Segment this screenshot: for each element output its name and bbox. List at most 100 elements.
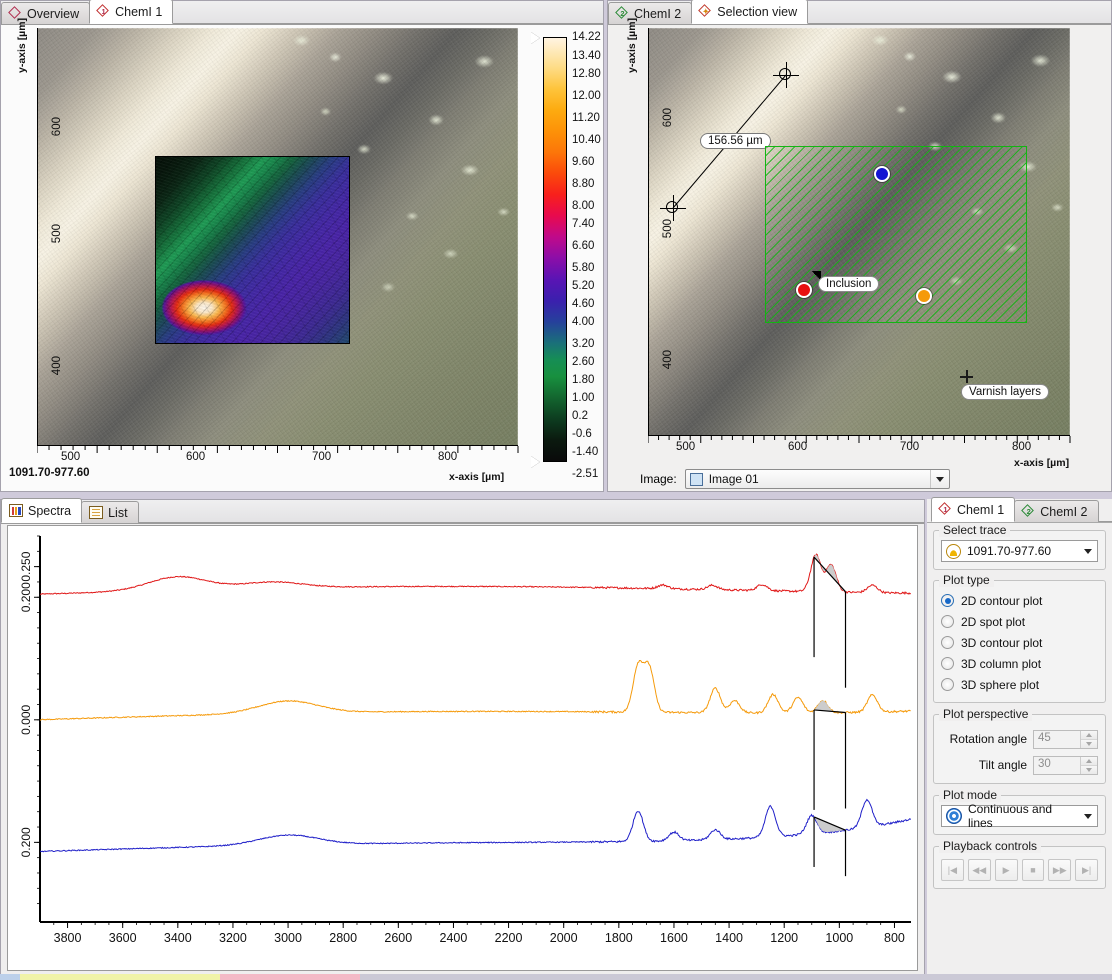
measurement-endpoint-top[interactable] — [773, 62, 799, 88]
stepper-down-icon[interactable] — [1081, 740, 1097, 748]
play-button[interactable]: ▶ — [995, 859, 1018, 881]
colorbar-tick-5: 10.40 — [572, 134, 601, 146]
image-selector-label: Image: — [640, 472, 677, 486]
image-selector-dropdown[interactable]: Image 01 — [685, 469, 950, 489]
sidebar-tab-chemi1[interactable]: 1 ChemI 1 — [931, 497, 1015, 522]
radio-2d-contour-plot[interactable]: 2D contour plot — [941, 590, 1098, 611]
sidebar-tabbar: 1 ChemI 1 2 ChemI 2 — [927, 499, 1112, 523]
tab-chemi2[interactable]: 2 ChemI 2 — [608, 2, 692, 24]
radio-3d-sphere-plot-label: 3D sphere plot — [961, 678, 1039, 692]
stepper-up-icon[interactable] — [1081, 757, 1097, 766]
sidebar-tab-chemi2[interactable]: 2 ChemI 2 — [1014, 500, 1098, 522]
tab-selection-view[interactable]: ✦ Selection view — [691, 0, 808, 24]
spectra-plot[interactable]: 3800360034003200300028002600240022002000… — [7, 525, 918, 971]
colorbar-tick-3: 12.00 — [572, 90, 601, 102]
chevron-down-icon[interactable] — [1079, 814, 1097, 819]
colorbar-tick-15: 3.20 — [572, 338, 594, 350]
radio-2d-spot-plot[interactable]: 2D spot plot — [941, 611, 1098, 632]
tab-overview[interactable]: Overview — [1, 2, 90, 24]
stepper-down-icon[interactable] — [1081, 766, 1097, 774]
chemi1-plot-canvas[interactable] — [37, 28, 518, 446]
selection-xtick-3: 800 — [1012, 441, 1031, 453]
right-tabbar-filler — [807, 2, 1111, 24]
plot-type-legend: Plot type — [939, 573, 994, 587]
stepper-up-icon[interactable] — [1081, 731, 1097, 740]
rotation-angle-row: Rotation angle 45 — [941, 728, 1098, 750]
varnish-crosshair-icon[interactable] — [960, 370, 973, 383]
rewind-button[interactable]: ◀◀ — [968, 859, 991, 881]
colorbar-tick-19: 0.2 — [572, 410, 588, 422]
plot-mode-dropdown[interactable]: Continuous and lines — [941, 805, 1098, 827]
measurement-endpoint-bottom[interactable] — [660, 195, 686, 221]
chemical-contour-overlay[interactable] — [155, 156, 350, 344]
diamond-crosshair-icon: ✦ — [699, 5, 712, 18]
marker-blue[interactable] — [874, 166, 890, 182]
tilt-angle-row: Tilt angle 30 — [941, 754, 1098, 776]
status-segment-2 — [20, 974, 220, 980]
tab-list-label: List — [108, 506, 127, 520]
chemi1-xtick-2: 700 — [312, 451, 331, 463]
chevron-down-icon[interactable] — [1079, 549, 1097, 554]
colorbar[interactable]: 14.22 13.40 12.80 12.00 11.20 10.40 9.60… — [531, 28, 601, 468]
svg-text:1400: 1400 — [715, 931, 743, 945]
sidebar-tab-chemi2-label: ChemI 2 — [1040, 505, 1087, 519]
annotation-varnish-layers[interactable]: Varnish layers — [961, 384, 1049, 400]
colorbar-max-handle[interactable] — [531, 32, 540, 44]
rotation-angle-value: 45 — [1034, 731, 1080, 748]
marker-orange[interactable] — [916, 288, 932, 304]
chemi1-y-axis-title: y-axis [µm] — [16, 18, 28, 73]
playback-legend: Playback controls — [939, 839, 1041, 853]
fast-forward-button[interactable]: ▶▶ — [1048, 859, 1071, 881]
playback-button-row: |◀ ◀◀ ▶ ■ ▶▶ ▶| — [941, 856, 1098, 881]
measurement-distance-label: 156.56 µm — [700, 133, 771, 149]
colorbar-tick-11: 5.80 — [572, 262, 594, 274]
tilt-angle-stepper[interactable]: 30 — [1033, 756, 1098, 775]
tab-list[interactable]: List — [81, 501, 138, 523]
selection-plot-canvas[interactable]: 156.56 µm Inclusion Varnish layers — [648, 28, 1070, 436]
colorbar-tick-7: 8.80 — [572, 178, 594, 190]
tab-spectra[interactable]: Spectra — [1, 498, 82, 523]
radio-3d-contour-plot[interactable]: 3D contour plot — [941, 632, 1098, 653]
svg-text:2600: 2600 — [384, 931, 412, 945]
application-window: Overview 1 ChemI 1 600 500 400 y-axis [µ… — [0, 0, 1112, 980]
status-segment-4 — [360, 974, 1112, 980]
colorbar-tick-18: 1.00 — [572, 392, 594, 404]
rotation-angle-label: Rotation angle — [950, 732, 1027, 746]
status-bar — [0, 974, 1112, 980]
radio-3d-column-plot[interactable]: 3D column plot — [941, 653, 1098, 674]
diamond-2-icon: 2 — [1022, 505, 1035, 518]
selection-ytick-1: 500 — [662, 219, 674, 238]
chevron-down-icon[interactable] — [930, 470, 949, 488]
radio-3d-contour-plot-label: 3D contour plot — [961, 636, 1042, 650]
skip-start-button[interactable]: |◀ — [941, 859, 964, 881]
plot-perspective-group: Plot perspective Rotation angle 45 Tilt … — [933, 714, 1106, 784]
colorbar-tick-17: 1.80 — [572, 374, 594, 386]
svg-text:3600: 3600 — [109, 931, 137, 945]
colorbar-min-handle[interactable] — [531, 456, 540, 468]
marker-red[interactable] — [796, 282, 812, 298]
select-trace-dropdown[interactable]: 1091.70-977.60 — [941, 540, 1098, 562]
tab-selection-view-label: Selection view — [717, 5, 797, 19]
colorbar-gradient — [543, 37, 567, 462]
svg-text:1000: 1000 — [825, 931, 853, 945]
colorbar-tick-4: 11.20 — [572, 112, 600, 124]
svg-text:3200: 3200 — [219, 931, 247, 945]
tilt-angle-buttons[interactable] — [1080, 757, 1097, 774]
image-swatch-icon — [690, 473, 703, 486]
stop-button[interactable]: ■ — [1022, 859, 1045, 881]
plot-perspective-legend: Plot perspective — [939, 707, 1032, 721]
tab-spectra-label: Spectra — [28, 504, 71, 518]
tab-chemi1[interactable]: 1 ChemI 1 — [89, 0, 173, 24]
plot-mode-group: Plot mode Continuous and lines — [933, 795, 1106, 835]
selection-ytick-2: 400 — [662, 350, 674, 369]
rotation-angle-stepper[interactable]: 45 — [1033, 730, 1098, 749]
svg-text:3800: 3800 — [54, 931, 82, 945]
rotation-angle-buttons[interactable] — [1080, 731, 1097, 748]
colorbar-tick-9: 7.40 — [572, 218, 594, 230]
radio-3d-sphere-plot[interactable]: 3D sphere plot — [941, 674, 1098, 695]
colorbar-tick-13: 4.60 — [572, 298, 594, 310]
chemi1-x-axis-title: x-axis [µm] — [449, 471, 504, 483]
skip-end-button[interactable]: ▶| — [1075, 859, 1098, 881]
annotation-inclusion[interactable]: Inclusion — [818, 276, 879, 292]
selection-xtick-0: 500 — [676, 441, 695, 453]
